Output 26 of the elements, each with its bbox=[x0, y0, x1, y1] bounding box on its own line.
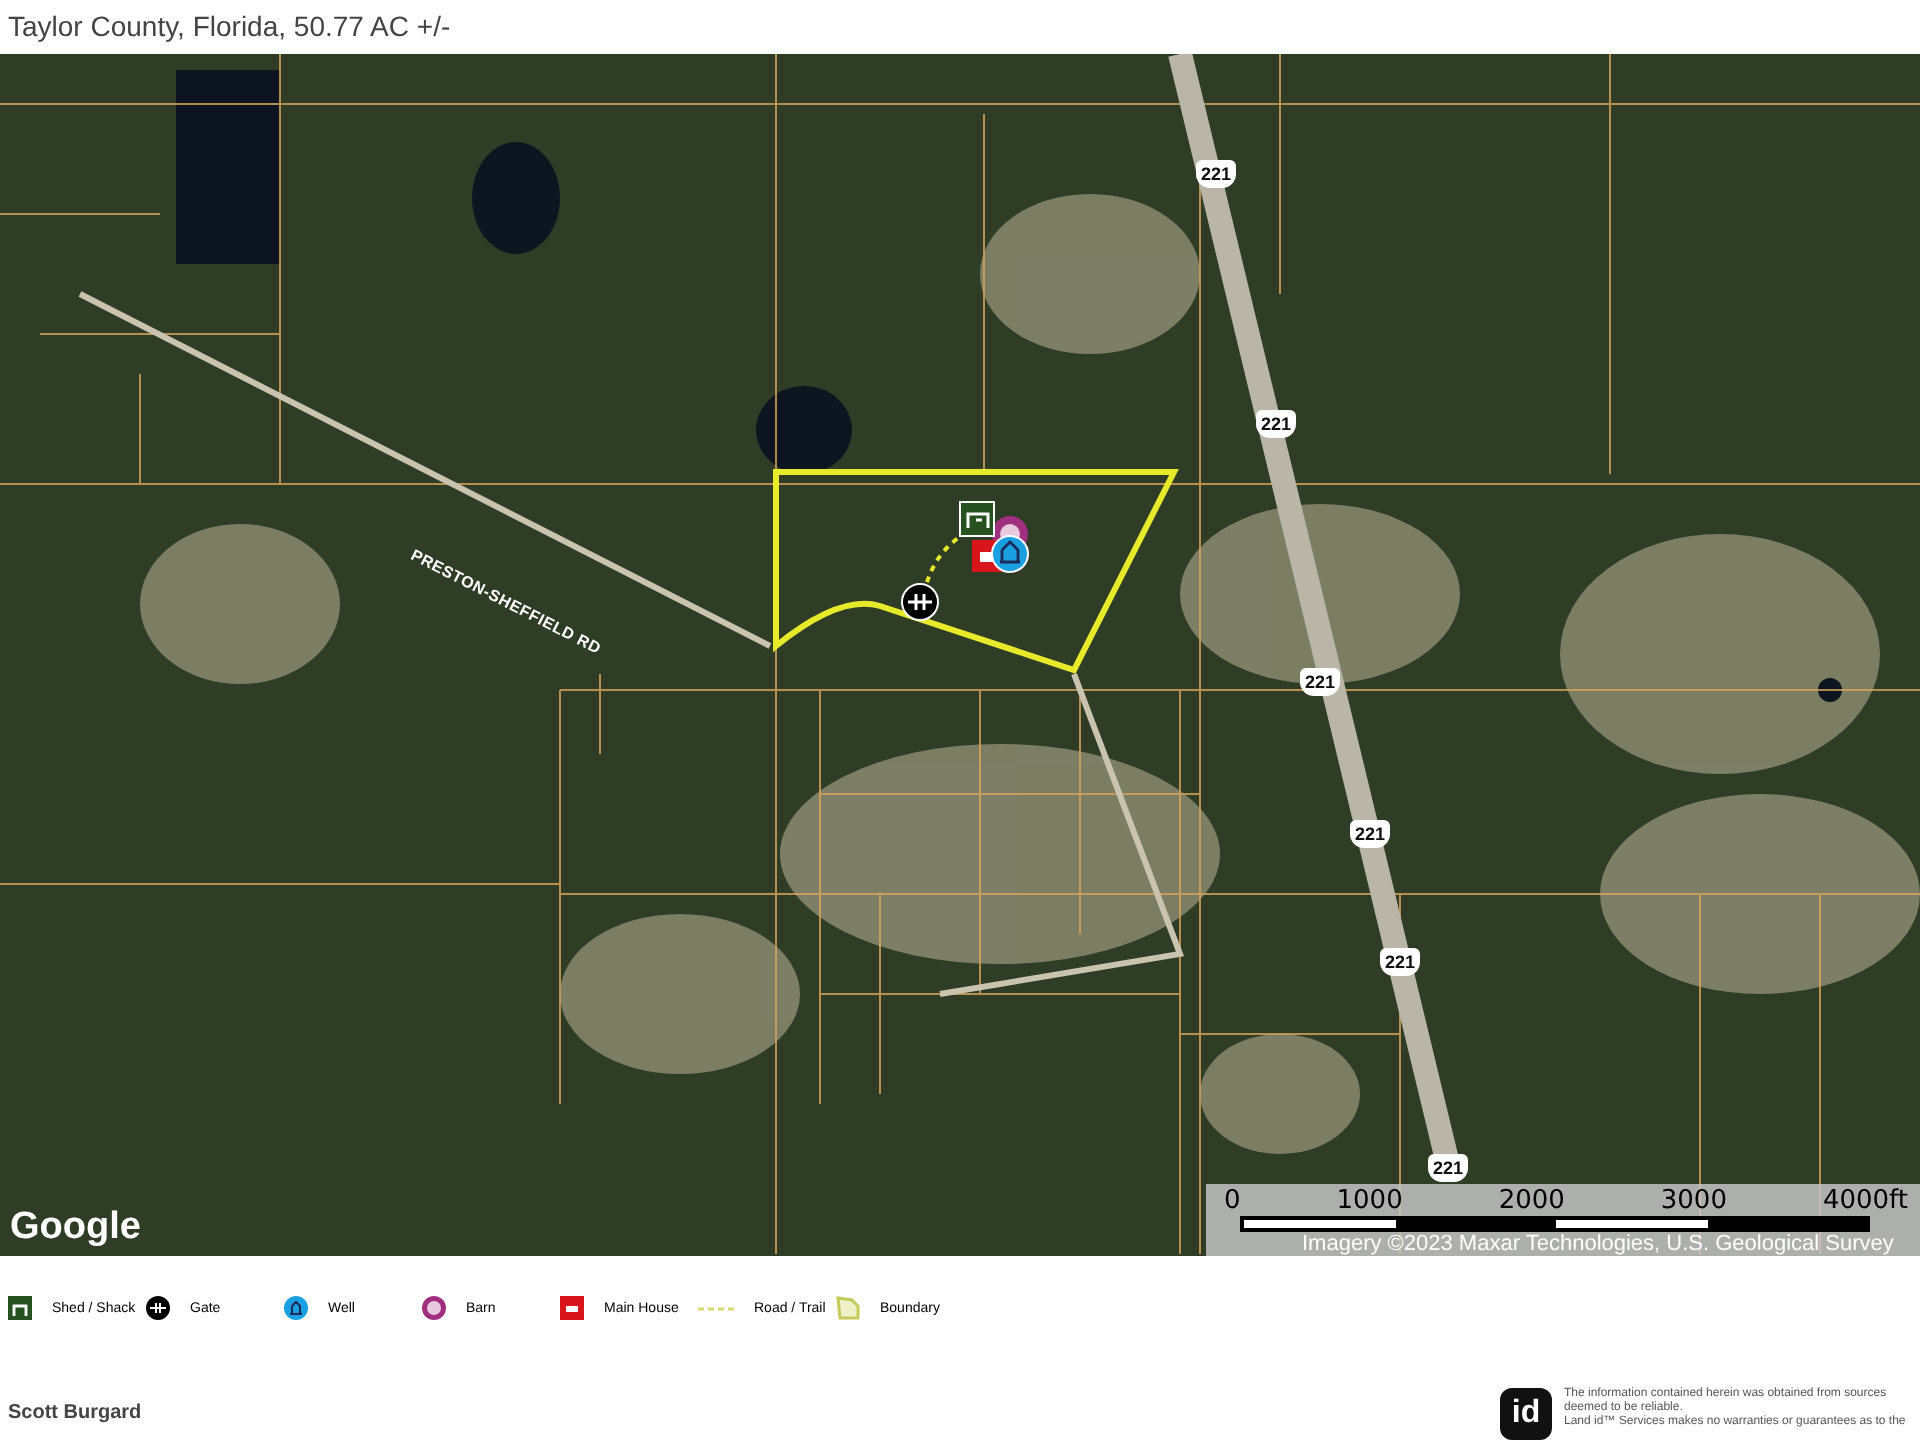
map-logo: Google bbox=[10, 1206, 141, 1250]
author-name: Scott Burgard bbox=[6, 1402, 142, 1424]
scale-label: 4000ft bbox=[1822, 1188, 1908, 1216]
highway-shield: 221 bbox=[1300, 668, 1340, 696]
house-icon bbox=[560, 1296, 584, 1320]
shed-icon bbox=[8, 1296, 32, 1320]
imagery-attribution: Imagery ©2023 Maxar Technologies, U.S. Geological Survey bbox=[1302, 1232, 1896, 1256]
location-subtitle: Taylor County, Florida, 50.77 AC +/- bbox=[8, 8, 451, 46]
barn-icon bbox=[422, 1296, 446, 1320]
highway-shield: 221 bbox=[1428, 1154, 1468, 1182]
well-icon bbox=[284, 1296, 308, 1320]
shed-icon bbox=[959, 501, 995, 537]
scale-label: 3000 bbox=[1660, 1188, 1727, 1216]
highway-shield: 221 bbox=[1350, 820, 1390, 848]
boundary-icon bbox=[836, 1296, 860, 1320]
gate-icon bbox=[146, 1296, 170, 1320]
gate-icon bbox=[901, 583, 939, 621]
highway-shield: 221 bbox=[1196, 160, 1236, 188]
highway-shield: 221 bbox=[1256, 410, 1296, 438]
scale-label: 0 bbox=[1224, 1188, 1241, 1216]
brand-logo: id bbox=[1500, 1388, 1552, 1440]
scale-label: 2000 bbox=[1498, 1188, 1565, 1216]
trail-icon bbox=[698, 1305, 734, 1311]
scale-label: 1000 bbox=[1336, 1188, 1403, 1216]
well-icon bbox=[991, 535, 1029, 573]
highway-shield: 221 bbox=[1380, 948, 1420, 976]
